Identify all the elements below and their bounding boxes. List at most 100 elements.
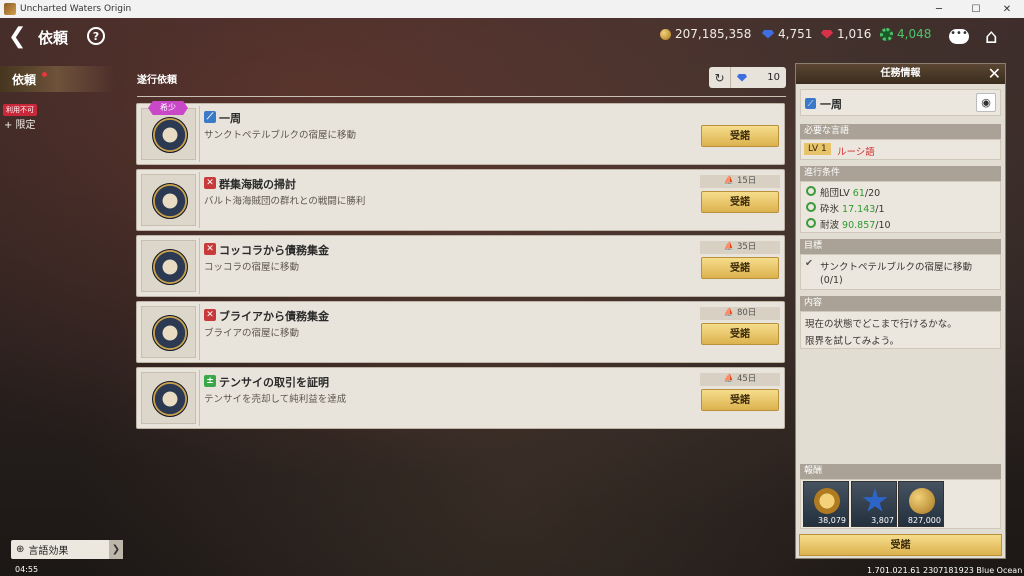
window-title: Uncharted Waters Origin: [20, 4, 132, 14]
divider: [199, 304, 200, 360]
reward-item[interactable]: 38,079: [803, 481, 849, 527]
chat-icon[interactable]: •••: [949, 29, 969, 44]
divider: [199, 106, 200, 162]
sidebar-item-limited[interactable]: + 限定: [4, 116, 36, 131]
refresh-control: ↻ 10: [709, 67, 786, 88]
battle-icon: ✕: [204, 177, 216, 189]
quest-emblem-frame: [141, 372, 196, 424]
divider: [199, 370, 200, 426]
maximize-button[interactable]: ☐: [959, 0, 993, 18]
red-gem-icon: [821, 29, 833, 39]
quest-card[interactable]: ✕ コッコラから債務集金 コッコラの宿屋に移動 ⛵ 35日 受諾: [136, 235, 785, 297]
panel-accept-button[interactable]: 受諾: [799, 534, 1002, 556]
blue-gem-icon: [737, 73, 747, 82]
accept-button[interactable]: 受諾: [701, 323, 779, 345]
clock: 04:55: [15, 565, 39, 574]
quest-duration: ⛵ 15日: [700, 175, 780, 188]
gold-currency: 207,185,358: [660, 27, 751, 41]
divider: [199, 172, 200, 228]
condition-label: 砕氷: [820, 204, 840, 215]
medal-icon: [814, 488, 840, 514]
check-ring-icon: [806, 202, 816, 212]
home-icon[interactable]: ⌂: [985, 26, 998, 46]
ship-wheel-icon: [152, 183, 188, 219]
language-effect-button[interactable]: ⊕ 言語効果 ❯: [11, 540, 123, 559]
quest-description: サンクトペテルブルクの宿屋に移動: [204, 130, 357, 141]
reward-item[interactable]: 827,000: [898, 481, 944, 527]
accept-button[interactable]: 受諾: [701, 257, 779, 279]
condition-label: 耐波: [820, 220, 840, 231]
quest-emblem-frame: [141, 240, 196, 292]
duration-value: 15日: [736, 176, 757, 186]
condition-label: 船団LV: [820, 188, 850, 199]
ship-wheel-icon: [152, 249, 188, 285]
minimize-button[interactable]: ─: [922, 0, 956, 18]
reward-amount: 38,079: [818, 516, 846, 525]
back-arrow-icon[interactable]: ❮: [8, 24, 28, 50]
version-label: 1.701.021.61 2307181923 Blue Ocean: [867, 566, 1023, 575]
accept-button[interactable]: 受諾: [701, 389, 779, 411]
condition-row: 耐波 90.857/10: [820, 217, 891, 231]
trade-icon: ±: [204, 375, 216, 387]
quest-description: バルト海海賊団の群れとの戦闘に勝利: [204, 196, 366, 207]
reward-amount: 3,807: [871, 516, 894, 525]
condition-value: 17.143: [842, 204, 876, 215]
quest-description: ブライアの宿屋に移動: [204, 328, 300, 339]
language-box: LV 1 ルーシ語: [800, 139, 1001, 160]
content-box: 現在の状態でどこまで行けるかな。 限界を試してみよう。: [800, 311, 1001, 349]
sidebar-tab-label: 依頼: [12, 73, 37, 87]
checkmark-icon: ✔: [805, 258, 813, 269]
accept-button[interactable]: 受諾: [701, 125, 779, 147]
language-effect-label: 言語効果: [28, 546, 69, 557]
panel-quest-title: 一周: [820, 98, 842, 111]
quest-title: コッコラから債務集金: [219, 244, 329, 257]
content-line: 現在の状態でどこまで行けるかな。: [805, 319, 957, 330]
panel-title: 任務情報: [796, 64, 1005, 84]
close-window-button[interactable]: ✕: [990, 0, 1024, 18]
red-gem-currency: 1,016: [821, 27, 871, 41]
accept-button[interactable]: 受諾: [701, 191, 779, 213]
ship-wheel-icon: [152, 117, 188, 153]
section-header: 進行条件: [800, 166, 1001, 181]
battle-icon: ✕: [204, 309, 216, 321]
chevron-right-icon: ❯: [109, 540, 123, 559]
quest-title: 一周: [219, 112, 241, 125]
top-bar: ❮ 依頼 ? 207,185,358 4,751 1,016 4,048: [0, 18, 1024, 56]
battle-icon: ✕: [204, 243, 216, 255]
quest-title: ブライアから債務集金: [219, 310, 329, 323]
reward-item[interactable]: 3,807: [851, 481, 897, 527]
duration-value: 35日: [736, 242, 757, 252]
help-icon[interactable]: ?: [87, 27, 105, 45]
close-icon[interactable]: ✕: [988, 65, 1001, 83]
quest-duration: ⛵ 45日: [700, 373, 780, 386]
quest-card[interactable]: ⟋ 一周 サンクトペテルブルクの宿屋に移動 受諾: [136, 103, 785, 165]
navigation-icon: ⟋: [204, 111, 216, 123]
quest-emblem-frame: [141, 108, 196, 160]
gear-currency: 4,048: [880, 27, 931, 41]
quest-card[interactable]: ± テンサイの取引を証明 テンサイを売却して純利益を達成 ⛵ 45日 受諾: [136, 367, 785, 429]
quest-card[interactable]: ✕ 群集海賊の掃討 バルト海海賊団の群れとの戦闘に勝利 ⛵ 15日 受諾: [136, 169, 785, 231]
condition-target: /1: [875, 204, 885, 215]
section-header: 目標: [800, 239, 1001, 254]
conditions-box: 船団LV 61/20 砕氷 17.143/1 耐波 90.857/10: [800, 181, 1001, 233]
gear-value: 4,048: [897, 27, 932, 41]
quest-duration: ⛵ 35日: [700, 241, 780, 254]
blue-gem-currency: 4,751: [762, 27, 812, 41]
gold-value: 207,185,358: [675, 27, 752, 41]
ship-wheel-icon: [152, 381, 188, 417]
section-header: 必要な言語: [800, 124, 1001, 139]
rarity-badge: 希少: [148, 101, 188, 115]
goal-progress: (0/1): [820, 275, 843, 286]
refresh-count: 10: [767, 72, 780, 83]
location-pin-icon[interactable]: ◉: [976, 93, 996, 112]
screen-title: 依頼: [38, 29, 69, 47]
condition-value: 90.857: [842, 220, 876, 231]
app-icon: [4, 3, 16, 15]
green-gear-icon: [880, 27, 893, 41]
red-gem-value: 1,016: [837, 27, 872, 41]
duration-value: 45日: [736, 374, 757, 384]
goal-box: ✔ サンクトペテルブルクの宿屋に移動 (0/1): [800, 254, 1001, 290]
blue-gem-icon: [762, 29, 774, 39]
refresh-icon[interactable]: ↻: [709, 67, 731, 88]
quest-card[interactable]: ✕ ブライアから債務集金 ブライアの宿屋に移動 ⛵ 80日 受諾: [136, 301, 785, 363]
